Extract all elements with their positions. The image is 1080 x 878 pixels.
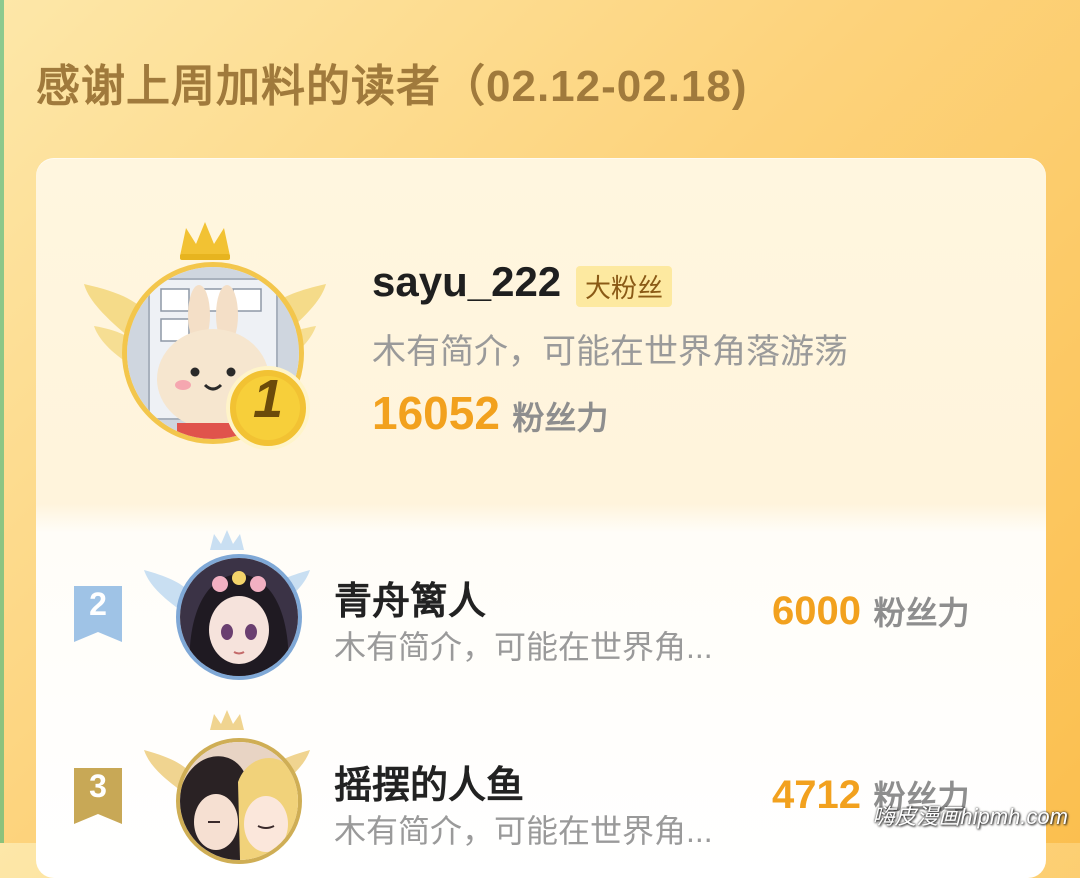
reader-2-avatar[interactable]: [176, 554, 302, 680]
watermark: 嗨皮漫画hipmh.com: [872, 804, 1068, 829]
reader-2-score-unit: 粉丝力: [873, 595, 970, 631]
couple-avatar-icon: [180, 742, 298, 860]
top-reader-score: 16052 粉丝力: [372, 386, 608, 440]
reader-row-3[interactable]: 3 摇摆的人鱼 木有简介，可能在世界角... 4712 粉丝力: [36, 710, 1046, 870]
reader-ranking-card: 1 sayu_222 大粉丝 木有简介，可能在世界角落游荡 16052 粉丝力 …: [36, 158, 1046, 878]
top-reader-score-value: 16052: [372, 387, 500, 439]
reader-2-bio: 木有简介，可能在世界角...: [334, 629, 713, 665]
big-fan-badge: 大粉丝: [576, 266, 673, 307]
reader-3-avatar[interactable]: [176, 738, 302, 864]
top-reader-bio: 木有简介，可能在世界角落游荡: [372, 333, 848, 371]
rank-1-number: 1: [252, 369, 284, 429]
top-reader-name[interactable]: sayu_222: [372, 258, 561, 306]
girl-avatar-icon: [180, 558, 298, 676]
reader-3-score-value: 4712: [772, 773, 861, 817]
reader-2-name[interactable]: 青舟篱人: [334, 570, 486, 625]
rank-2-number: 2: [89, 586, 107, 622]
top-reader-item[interactable]: 1 sayu_222 大粉丝 木有简介，可能在世界角落游荡 16052 粉丝力: [36, 158, 1046, 518]
reader-3-name[interactable]: 摇摆的人鱼: [334, 754, 524, 809]
reader-2-score-value: 6000: [772, 589, 861, 633]
page-title: 感谢上周加料的读者（02.12-02.18): [36, 62, 748, 111]
crown-icon: [180, 222, 230, 260]
top-reader-score-unit: 粉丝力: [512, 400, 609, 436]
reader-3-bio: 木有简介，可能在世界角...: [334, 813, 713, 849]
edge-strip: [0, 0, 4, 843]
reader-2-score: 6000 粉丝力: [772, 588, 969, 634]
rank-3-number: 3: [89, 768, 107, 804]
reader-row-2[interactable]: 2 青舟篱人 木有简介，可能在世界角... 6000 粉丝力: [36, 530, 1046, 690]
